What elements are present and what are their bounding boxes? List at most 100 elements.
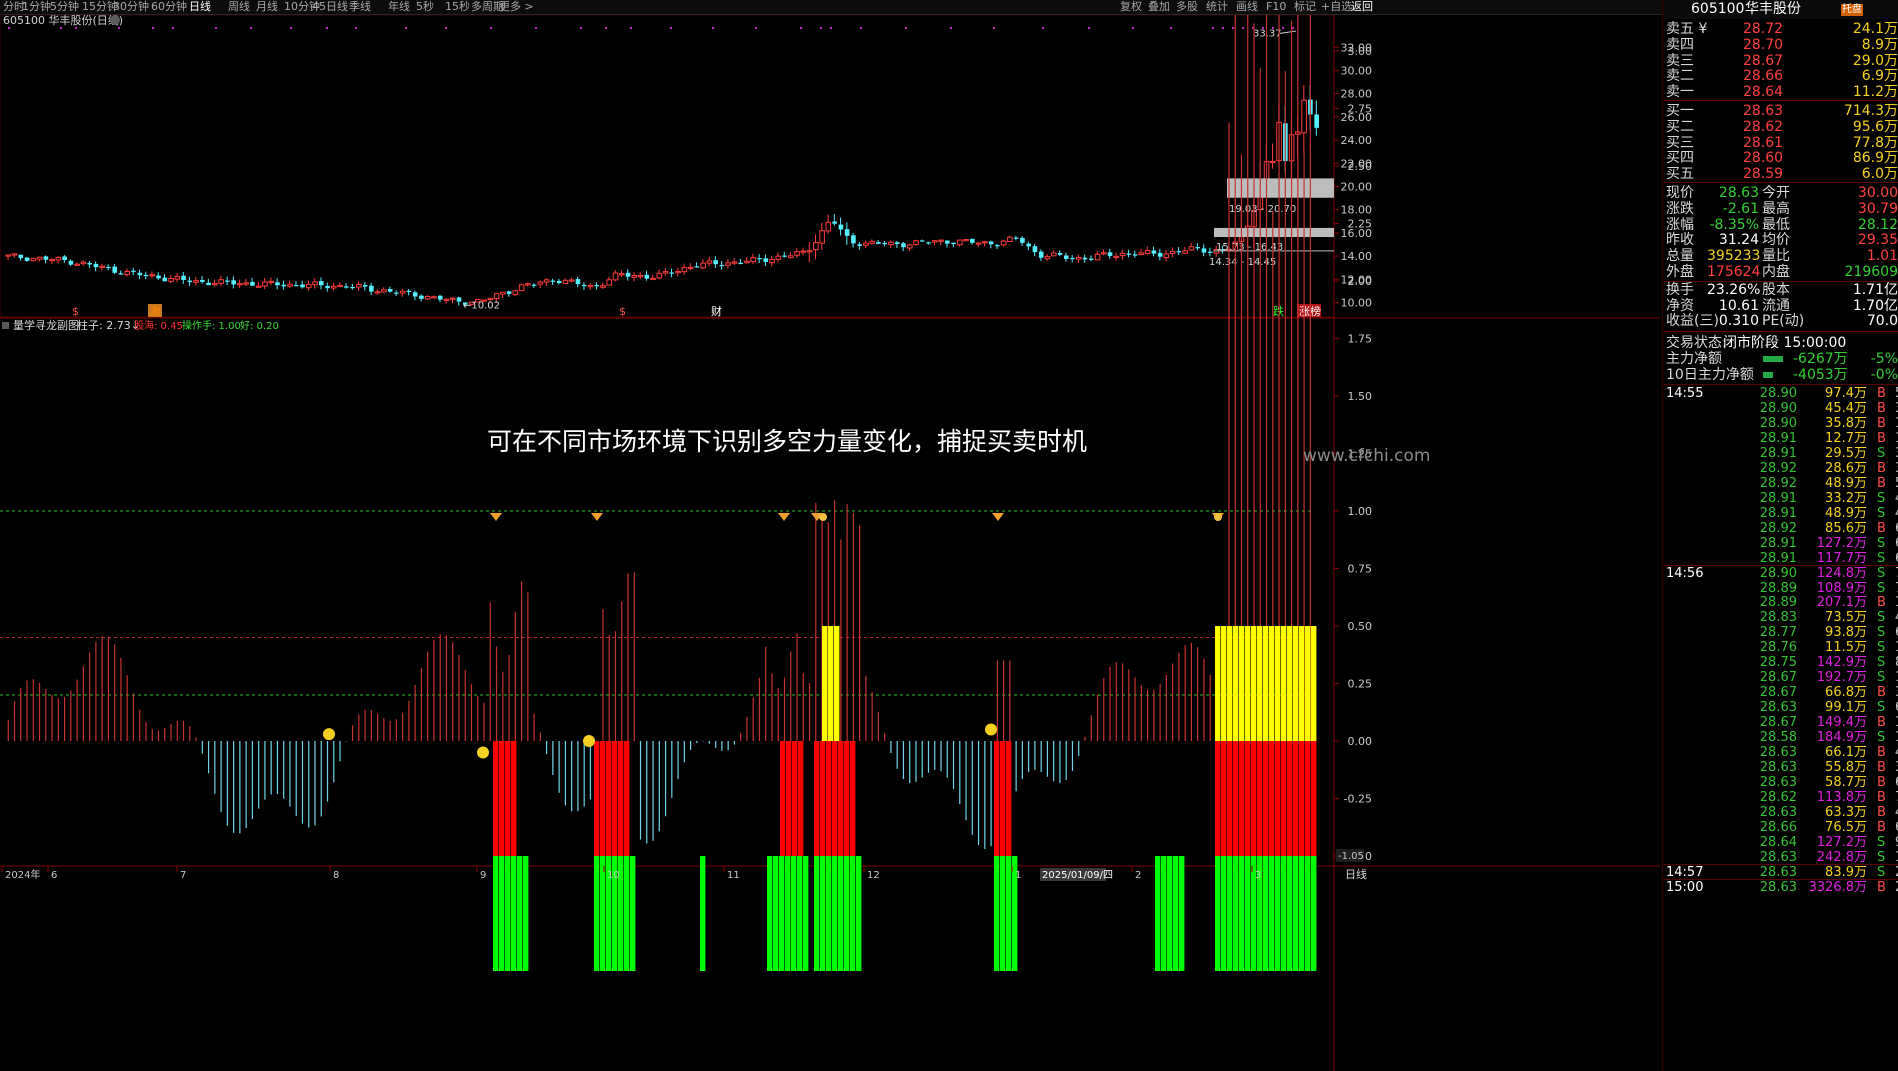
candle-body-up [982,241,988,244]
trading-app: 分时 1分钟 5分钟 15分钟 30分钟 60分钟 日线 周线 月线 10分钟 45日线 季线 年线 5秒… [0,0,1898,1071]
period-tab-2[interactable]: 5分钟 [50,0,79,14]
period-tab-5[interactable]: 60分钟 [151,0,187,14]
main-axis-label: 30.00 [1341,65,1373,78]
candle-body-up [399,290,406,294]
candle-body-up [55,256,62,261]
red-block [1263,741,1269,856]
signal-dot [630,27,632,29]
toolbar-button-5[interactable]: F10 [1266,0,1286,14]
candle-body-up [656,272,663,279]
sub-axis-label: 3.00 [1348,45,1373,58]
period-tab-10[interactable]: 45日线 [312,0,348,14]
candle-body-down [87,263,92,265]
green-block [850,856,856,971]
signal-dot [860,27,862,29]
high-annotation: 33.37 [1253,28,1282,39]
sub-axis-label: 2.00 [1348,275,1373,288]
candle-body-down [575,279,581,285]
toolbar-button-6[interactable]: 标记 [1294,0,1316,14]
period-tab-1[interactable]: 1分钟 [22,0,51,14]
period-tab-14[interactable]: 15秒 [445,0,470,14]
candle-body-down [1151,250,1157,254]
period-tab-6[interactable]: 日线 [189,0,211,14]
sub-axis-label: 1.75 [1348,333,1373,346]
event-mark-0[interactable]: $ [72,305,79,318]
candle-body-up [863,242,869,246]
candle-body-up [769,258,775,264]
red-block [780,741,786,856]
period-tab-12[interactable]: 年线 [388,0,410,14]
candle-body-down [24,257,30,261]
green-block [1311,856,1317,971]
candle-body-down [1063,255,1069,259]
period-tab-13[interactable]: 5秒 [416,0,434,14]
overlay-caption: 可在不同市场环境下识别多空力量变化，捕捉买卖时机 [487,427,1087,456]
red-block [1275,741,1281,856]
toolbar-button-8[interactable]: 返回 [1351,0,1373,14]
candle-body-down [394,292,399,294]
time-label: 2 [1135,870,1141,881]
period-tab-4[interactable]: 30分钟 [113,0,149,14]
sub-settings-icon[interactable] [2,322,9,329]
candle-body-up [706,260,713,264]
period-tab-7[interactable]: 周线 [228,0,250,14]
period-tab-8[interactable]: 月线 [256,0,278,14]
candle-body-down [1070,257,1075,260]
red-block [1251,741,1257,856]
signal-dot [490,27,492,29]
green-block [700,856,706,971]
green-block [1281,856,1287,971]
candle-body-up [618,273,625,276]
stat-value: 0.310 [1718,313,1759,330]
event-mark-3[interactable]: 财 [711,304,722,318]
diamond-icon [778,513,790,521]
signal-dot [152,27,154,29]
kline-chart-area[interactable]: 605100 华丰股份(日线)32.0030.0028.0026.0024.00… [0,15,1660,1071]
signal-dot [1292,27,1294,29]
candle-body-down [763,258,769,262]
toolbar-button-2[interactable]: 多股 [1176,0,1198,14]
toolbar-button-7[interactable]: +自选 [1321,0,1352,14]
candle-body-down [362,285,368,287]
green-block [832,856,838,971]
sub-indicator-hao: 好: 0.20 [240,320,279,332]
smiley-icon [323,728,335,741]
candle-body-down [275,282,280,286]
red-block [1239,741,1245,856]
toolbar-button-0[interactable]: 复权 [1120,0,1142,14]
event-mark-1[interactable]: 激 [150,304,161,318]
green-block [1006,856,1012,971]
candle-body-down [988,241,994,245]
candle-body-up [1007,236,1013,243]
sub-axis-label: 2.50 [1348,160,1373,173]
green-block [624,856,630,971]
stat-value: 175624 [1707,264,1761,280]
red-block [600,741,606,856]
candle-body-up [650,277,656,281]
stock-code: 605100 [1691,1,1745,17]
price-zone-upper [1227,178,1334,198]
candle-body-down [369,285,374,292]
tick-list[interactable]: 14:5528.9097.4万B5928.9045.4万B3728.9035.8… [1663,385,1898,1071]
candle-body-down [995,245,1000,247]
red-block [1281,741,1287,856]
green-block [517,856,523,971]
candle-body-up [744,260,750,264]
candle-body-up [80,261,87,265]
toolbar-button-3[interactable]: 统计 [1206,0,1228,14]
period-tab-11[interactable]: 季线 [349,0,371,14]
red-block [798,741,804,856]
red-block [1006,741,1012,856]
event-mark-2[interactable]: $ [619,305,626,318]
candle-body-down [93,263,99,268]
toolbar-button-1[interactable]: 叠加 [1148,0,1170,14]
sub-axis-label: 1.50 [1348,390,1373,403]
candle-body-up [312,281,318,286]
toolbar-button-4[interactable]: 画线 [1236,0,1258,14]
candle-body-down [1157,252,1163,257]
settings-icon[interactable] [110,15,120,25]
main-chart-title: 605100 华丰股份(日线) [3,15,123,27]
period-tab-16[interactable]: 更多 > [499,0,534,14]
candle-body-down [1176,251,1182,253]
candle-body-up [788,255,794,259]
